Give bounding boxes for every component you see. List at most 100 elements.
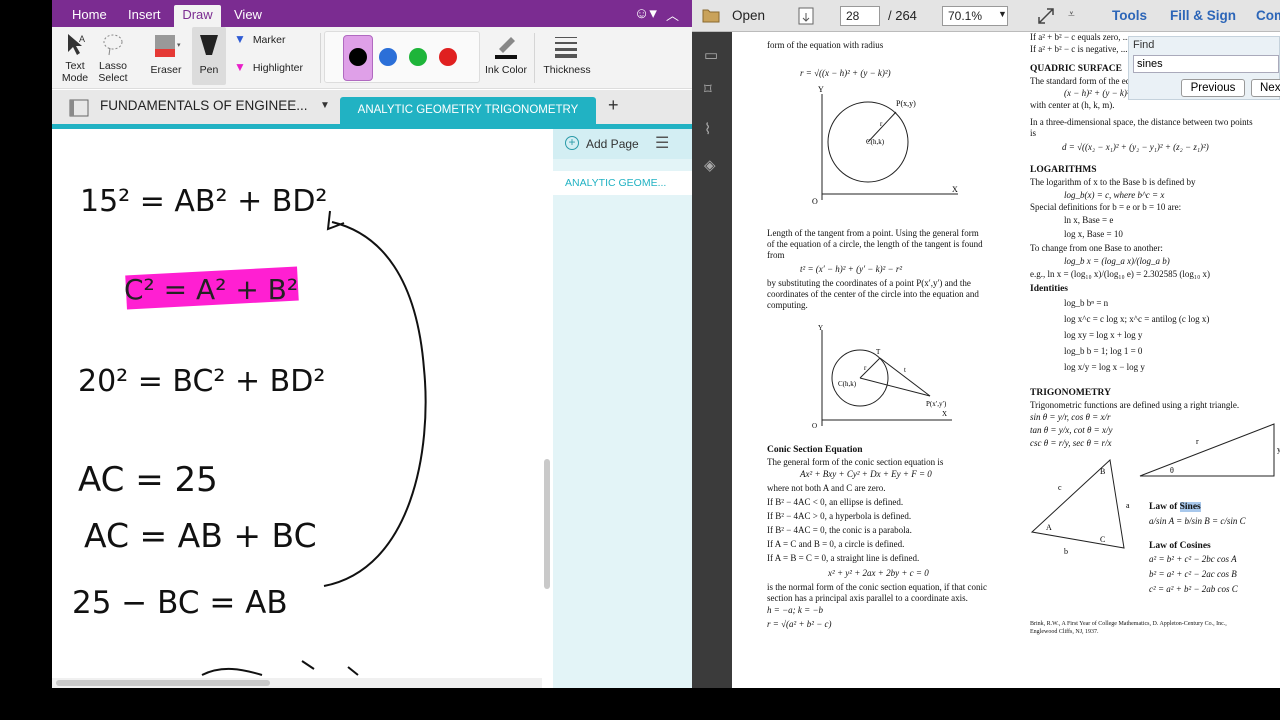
add-page-button[interactable]: Add Page — [586, 137, 639, 151]
fig2-label-t-upper: T — [876, 348, 881, 356]
page-thumbnails-icon[interactable]: ▭ — [704, 46, 718, 64]
section-tab-analytic-geometry[interactable]: ANALYTIC GEOMETRY TRIGONOMETRY — [340, 97, 596, 124]
add-page-icon[interactable]: + — [565, 136, 579, 150]
rt-label-theta: θ — [1170, 466, 1174, 475]
lasso-select-label: Lasso Select — [98, 60, 128, 84]
layers-icon[interactable]: ◈ — [704, 156, 716, 174]
green-pen-swatch[interactable] — [409, 48, 427, 66]
lc-top-text: form of the equation with radius — [767, 40, 884, 50]
lasso-select-tool[interactable]: Lasso Select — [96, 31, 130, 84]
tab-home[interactable]: Home — [72, 7, 107, 22]
blue-pen-swatch[interactable] — [379, 48, 397, 66]
comment-button[interactable]: Com — [1256, 8, 1280, 23]
identity-2: log x^c = c log x; x^c = antilog (c log … — [1064, 314, 1210, 324]
law-of-cosines-heading: Law of Cosines — [1149, 541, 1211, 551]
cursor-icon: A — [68, 34, 85, 55]
pdf-navigation-pane: ▭ ⌑ ⌇ ◈ — [692, 32, 732, 688]
identities-heading: Identities — [1030, 284, 1068, 294]
thickness-icon — [555, 37, 577, 58]
tangent-text-2: of the equation of a circle, the length … — [767, 239, 983, 249]
vertical-scrollbar[interactable] — [544, 459, 550, 589]
ink-color-label: Ink Color — [484, 64, 527, 76]
fig2-label-o: O — [812, 422, 817, 430]
lasso-icon — [103, 34, 123, 56]
add-section-button[interactable]: + — [608, 95, 619, 116]
footnote-2: Englewood Cliffs, NJ, 1937. — [1030, 629, 1099, 635]
ink-color-tool[interactable]: Ink Color — [484, 31, 528, 76]
ribbon-tab-bar: Home Insert Draw View ☺▾ ︿ — [52, 0, 692, 27]
pen-label: Pen — [199, 64, 219, 76]
rc-top-1: If a² + b² − c equals zero, ... — [1030, 32, 1130, 42]
open-button[interactable]: Open — [732, 8, 765, 23]
tab-view[interactable]: View — [234, 7, 262, 22]
pdf-page: form of the equation with radius r = √((… — [732, 32, 1280, 688]
fig2-label-t: t — [904, 366, 906, 374]
log-text-1: The logarithm of x to the Base b is defi… — [1030, 177, 1196, 187]
overflow-icon[interactable]: ⩡ — [1068, 7, 1075, 22]
find-input[interactable]: sines — [1133, 55, 1279, 73]
pen-palette — [324, 31, 480, 83]
rc-top-2: If a² + b² − c is negative, ... — [1030, 44, 1128, 54]
trig-text-1: Trigonometric functions are defined usin… — [1030, 400, 1240, 410]
fig2-label-y: Y — [818, 324, 823, 332]
tools-button[interactable]: Tools — [1112, 8, 1147, 23]
handwriting-line-3: 20² = BC² + BD² — [78, 364, 325, 399]
highlighter-tool[interactable]: ▼ Highlighter — [234, 61, 314, 74]
handwriting-cut-off — [201, 660, 359, 676]
trigonometry-heading: TRIGONOMETRY — [1030, 388, 1111, 398]
gt-label-c: c — [1058, 483, 1062, 492]
page-item-selected[interactable]: ANALYTIC GEOME... — [553, 171, 692, 195]
find-next-button[interactable]: Nex — [1251, 79, 1280, 97]
ribbon-divider — [320, 33, 321, 83]
fill-sign-button[interactable]: Fill & Sign — [1170, 8, 1236, 23]
zoom-dropdown-icon[interactable]: ▼ — [998, 9, 1007, 19]
hk-eq: h = −a; k = −b — [767, 605, 824, 615]
eraser-tool[interactable]: ▾ Eraser — [146, 31, 186, 76]
highlighter-label: Highlighter — [252, 62, 304, 74]
handwriting-line-5: AC = AB + BC — [84, 516, 317, 555]
tab-insert[interactable]: Insert — [128, 7, 161, 22]
highlighter-icon: ▼ — [234, 60, 246, 74]
tangent-text-4: by substituting the coordinates of a poi… — [767, 278, 971, 288]
handwritten-notes: 15² = AB² + BD² C² = A² + B² 20² = BC² +… — [72, 184, 427, 676]
marker-tool[interactable]: ▼ Marker — [234, 33, 314, 46]
tab-draw[interactable]: Draw — [174, 5, 221, 27]
tangent-text-6: computing. — [767, 300, 808, 310]
handwriting-line-6: 25 − BC = AB — [72, 585, 288, 621]
pen-icon — [200, 35, 218, 55]
fig1-label-x: X — [952, 185, 958, 194]
general-triangle-figure: B c a A C b — [1030, 458, 1130, 556]
sort-pages-icon[interactable]: ☰ — [655, 133, 669, 153]
identity-5: log x/y = log x − log y — [1064, 362, 1145, 372]
page-number-input[interactable]: 28 — [840, 6, 880, 26]
tangent-text-1: Length of the tangent from a point. Usin… — [767, 228, 979, 238]
horizontal-scrollbar[interactable] — [56, 680, 270, 686]
find-previous-button[interactable]: Previous — [1181, 79, 1245, 97]
attachments-icon[interactable]: ⌇ — [704, 120, 711, 138]
fullscreen-icon[interactable] — [1036, 6, 1056, 26]
red-pen-swatch[interactable] — [439, 48, 457, 66]
log-eq-2: ln x, Base = e — [1064, 215, 1114, 225]
text-mode-tool[interactable]: A Text Mode — [58, 31, 92, 84]
conic-rule-2: If B² − 4AC > 0, a hyperbola is defined. — [767, 511, 912, 521]
page-list-pane: + Add Page ☰ ANALYTIC GEOME... — [553, 129, 692, 688]
smiley-feedback-icon[interactable]: ☺▾ — [634, 4, 657, 22]
onenote-window: Home Insert Draw View ☺▾ ︿ A Text Mode L… — [52, 0, 692, 688]
save-to-cloud-icon[interactable] — [796, 6, 816, 26]
desktop: Home Insert Draw View ☺▾ ︿ A Text Mode L… — [0, 0, 1280, 720]
conic-rule-4: If A = C and B = 0, a circle is defined. — [767, 539, 905, 549]
black-pen-swatch[interactable] — [349, 48, 367, 66]
conic-rule-5: If A = B = C = 0, a straight line is def… — [767, 553, 920, 563]
collapse-ribbon-icon[interactable]: ︿ — [666, 5, 679, 24]
arrow-curve — [323, 221, 427, 587]
gt-label-b: b — [1064, 547, 1068, 556]
fig1-label-c: C(h,k) — [866, 138, 885, 146]
bookmarks-icon[interactable]: ⌑ — [704, 80, 712, 98]
svg-text:A: A — [79, 34, 85, 44]
notebook-dropdown-icon[interactable]: ▼ — [320, 100, 330, 111]
notebook-name[interactable]: FUNDAMENTALS OF ENGINEE... — [100, 98, 308, 113]
thickness-tool[interactable]: Thickness — [542, 31, 592, 76]
note-canvas[interactable]: 15² = AB² + BD² C² = A² + B² 20² = BC² +… — [52, 129, 550, 688]
notebook-icon[interactable] — [68, 98, 92, 118]
pen-tool[interactable]: Pen — [192, 27, 226, 85]
